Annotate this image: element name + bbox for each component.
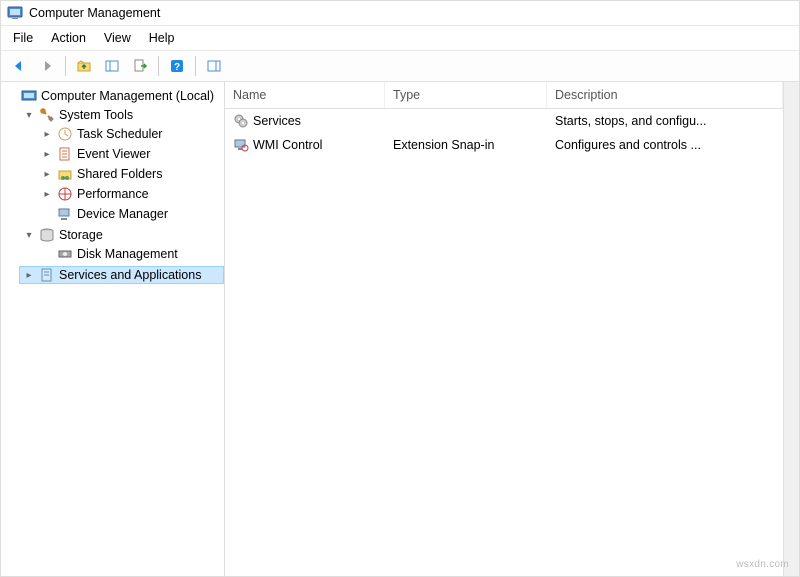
row-description: Configures and controls ... — [547, 136, 783, 154]
show-hide-tree-button[interactable] — [100, 54, 124, 78]
list-rows[interactable]: Services Starts, stops, and configu... W… — [225, 109, 783, 576]
tree-pane[interactable]: ▸ Computer Management (Local) ▾ — [1, 82, 225, 576]
toolbar-separator — [195, 56, 196, 76]
expand-icon[interactable]: ▸ — [41, 188, 53, 200]
collapse-icon[interactable]: ▾ — [23, 229, 35, 241]
expand-icon[interactable]: ▸ — [41, 168, 53, 180]
services-gear-icon — [233, 113, 249, 129]
row-name: Services — [253, 114, 301, 128]
services-apps-icon — [39, 267, 55, 283]
tools-icon — [39, 107, 55, 123]
column-description[interactable]: Description — [547, 82, 783, 108]
row-description: Starts, stops, and configu... — [547, 112, 783, 130]
tree-performance[interactable]: ▸ Performance — [37, 185, 224, 203]
tree-label: System Tools — [59, 108, 133, 122]
row-type: Extension Snap-in — [385, 136, 547, 154]
collapse-icon[interactable]: ▾ — [23, 109, 35, 121]
expand-icon[interactable]: ▸ — [41, 148, 53, 160]
tree-event-viewer[interactable]: ▸ Event Viewer — [37, 145, 224, 163]
performance-icon — [57, 186, 73, 202]
expand-icon[interactable]: ▸ — [41, 128, 53, 140]
window-title: Computer Management — [29, 6, 160, 20]
toolbar-separator — [158, 56, 159, 76]
tree-system-tools[interactable]: ▾ System Tools — [19, 106, 224, 124]
vertical-scrollbar[interactable] — [783, 82, 799, 576]
device-icon — [57, 206, 73, 222]
toolbar: ? — [1, 51, 799, 82]
tree-label: Device Manager — [77, 207, 168, 221]
tree-storage[interactable]: ▾ Storage — [19, 226, 224, 244]
column-type[interactable]: Type — [385, 82, 547, 108]
event-log-icon — [57, 146, 73, 162]
list-row-wmi-control[interactable]: WMI Control Extension Snap-in Configures… — [225, 133, 783, 157]
clock-icon — [57, 126, 73, 142]
column-name[interactable]: Name — [225, 82, 385, 108]
row-name: WMI Control — [253, 138, 322, 152]
app-icon — [7, 5, 23, 21]
list-pane: Name Type Description Services Starts, s… — [225, 82, 799, 576]
main-area: ▸ Computer Management (Local) ▾ — [1, 82, 799, 576]
forward-button[interactable] — [35, 54, 59, 78]
list-header: Name Type Description — [225, 82, 783, 109]
export-list-button[interactable] — [128, 54, 152, 78]
wmi-control-icon — [233, 137, 249, 153]
back-button[interactable] — [7, 54, 31, 78]
storage-icon — [39, 227, 55, 243]
computer-management-window: Computer Management File Action View Hel… — [0, 0, 800, 577]
expand-icon[interactable]: ▸ — [23, 269, 35, 281]
row-type — [385, 119, 547, 123]
toolbar-separator — [65, 56, 66, 76]
tree-disk-management[interactable]: ▸ Disk Management — [37, 245, 224, 263]
menu-action[interactable]: Action — [43, 28, 94, 48]
svg-text:?: ? — [174, 62, 180, 73]
tree-label: Storage — [59, 228, 103, 242]
tree-label: Performance — [77, 187, 149, 201]
disk-icon — [57, 246, 73, 262]
action-pane-button[interactable] — [202, 54, 226, 78]
menu-help[interactable]: Help — [141, 28, 183, 48]
list-row-services[interactable]: Services Starts, stops, and configu... — [225, 109, 783, 133]
up-folder-button[interactable] — [72, 54, 96, 78]
menu-bar: File Action View Help — [1, 25, 799, 51]
menu-view[interactable]: View — [96, 28, 139, 48]
tree-label: Computer Management (Local) — [41, 89, 214, 103]
title-bar: Computer Management — [1, 1, 799, 25]
tree-label: Shared Folders — [77, 167, 162, 181]
tree-label: Services and Applications — [59, 268, 201, 282]
tree-label: Task Scheduler — [77, 127, 162, 141]
tree-shared-folders[interactable]: ▸ Shared Folders — [37, 165, 224, 183]
menu-file[interactable]: File — [5, 28, 41, 48]
watermark: wsxdn.com — [736, 559, 789, 570]
tree-services-applications[interactable]: ▸ Services and Applications — [19, 266, 224, 284]
tree-task-scheduler[interactable]: ▸ Task Scheduler — [37, 125, 224, 143]
computer-mgmt-icon — [21, 88, 37, 104]
tree-label: Disk Management — [77, 247, 178, 261]
tree-label: Event Viewer — [77, 147, 150, 161]
tree-device-manager[interactable]: ▸ Device Manager — [37, 205, 224, 223]
tree-root[interactable]: ▸ Computer Management (Local) — [1, 87, 224, 105]
shared-folder-icon — [57, 166, 73, 182]
help-button[interactable]: ? — [165, 54, 189, 78]
